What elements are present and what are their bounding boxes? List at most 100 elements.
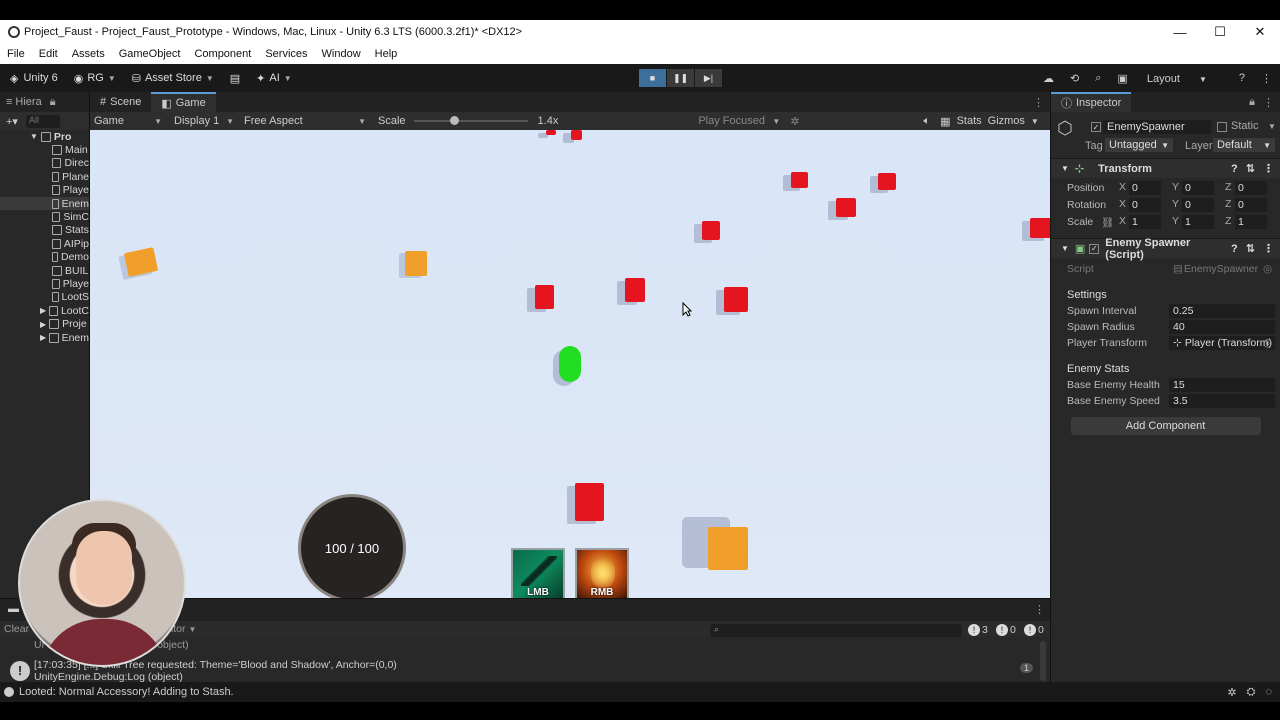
pause-button[interactable]: ❚❚: [667, 69, 694, 87]
progress-icon[interactable]: ✲: [1227, 686, 1236, 699]
help-icon[interactable]: ?: [1231, 163, 1238, 175]
scale-x-field[interactable]: 1: [1129, 215, 1161, 229]
layer-dropdown[interactable]: Default ▼: [1213, 138, 1275, 152]
link-icon[interactable]: ⛓: [1101, 216, 1114, 229]
list-item[interactable]: Direc: [0, 157, 89, 170]
account-dropdown[interactable]: ◉ RG ▼: [74, 72, 116, 85]
stats-grid-icon[interactable]: ▦: [940, 115, 950, 128]
more-icon[interactable]: ⋮: [1263, 242, 1274, 255]
object-picker-icon[interactable]: ◎: [1263, 337, 1272, 349]
scale-slider[interactable]: [413, 116, 528, 125]
more-icon[interactable]: ⋮: [1034, 603, 1045, 616]
list-item[interactable]: Stats: [0, 224, 89, 237]
stats-button[interactable]: Stats: [957, 115, 982, 127]
help-icon[interactable]: ?: [1239, 72, 1245, 84]
game-viewport[interactable]: 100 / 100 LMB RMB: [90, 130, 1050, 598]
menu-component[interactable]: Component: [187, 48, 258, 60]
spawn-interval-field[interactable]: 0.25: [1169, 304, 1275, 318]
console-search-input[interactable]: ⌕: [710, 624, 962, 637]
menu-help[interactable]: Help: [368, 48, 405, 60]
lock-icon[interactable]: 🔒︎: [50, 96, 56, 109]
menu-edit[interactable]: Edit: [32, 48, 65, 60]
cloud-icon[interactable]: ☁: [1043, 72, 1054, 85]
tag-dropdown[interactable]: Untagged ▼: [1105, 138, 1173, 152]
console-scrollbar[interactable]: [1040, 641, 1046, 681]
scale-y-field[interactable]: 1: [1182, 215, 1214, 229]
error-count-badge[interactable]: ! 0: [1024, 624, 1044, 636]
active-checkbox[interactable]: ✓: [1091, 122, 1101, 132]
chevron-down-icon[interactable]: ▼: [1031, 117, 1039, 126]
search-icon[interactable]: ⌕: [1095, 72, 1101, 85]
spawn-radius-field[interactable]: 40: [1169, 320, 1275, 334]
add-icon[interactable]: +▾: [6, 115, 18, 128]
maximize-button[interactable]: ☐: [1200, 20, 1240, 44]
asset-store-button[interactable]: ⛁ Asset Store ▼: [132, 72, 214, 85]
clear-button[interactable]: Clear: [4, 623, 29, 635]
list-item[interactable]: ▶ LootC: [0, 304, 89, 317]
menu-services[interactable]: Services: [258, 48, 314, 60]
play-button[interactable]: ■: [639, 69, 666, 87]
rotation-z-field[interactable]: 0: [1235, 198, 1267, 212]
ai-dropdown[interactable]: ✦ AI ▼: [256, 72, 292, 85]
list-item[interactable]: LootS: [0, 291, 89, 304]
list-item[interactable]: AIPip: [0, 237, 89, 250]
minimize-button[interactable]: —: [1160, 20, 1200, 44]
audio-mute-icon[interactable]: 🔈︎: [924, 115, 931, 128]
status-message[interactable]: Looted: Normal Accessory! Adding to Stas…: [19, 686, 234, 698]
more-icon[interactable]: ⋮: [1033, 96, 1044, 109]
list-item[interactable]: Main: [0, 143, 89, 156]
list-item[interactable]: Plane: [0, 170, 89, 183]
spinner-icon[interactable]: ◌: [1265, 686, 1272, 698]
unity-account-button[interactable]: ◈ Unity 6: [10, 72, 58, 85]
history-icon[interactable]: ⟲: [1070, 72, 1079, 85]
chevron-down-icon[interactable]: ▼: [1268, 122, 1276, 131]
lock-icon[interactable]: 🔒︎: [1249, 96, 1255, 109]
play-focused-dropdown[interactable]: Play Focused ▼: [694, 115, 784, 127]
warning-count-badge[interactable]: ! 0: [996, 624, 1016, 636]
scale-z-field[interactable]: 1: [1235, 215, 1267, 229]
close-button[interactable]: ✕: [1240, 20, 1280, 44]
player-transform-field[interactable]: ⊹ Player (Transform): [1169, 336, 1275, 350]
list-item[interactable]: ▶ Proje: [0, 317, 89, 330]
menu-window[interactable]: Window: [315, 48, 368, 60]
list-item[interactable]: Demo: [0, 251, 89, 264]
position-y-field[interactable]: 0: [1182, 181, 1214, 195]
static-checkbox[interactable]: [1217, 122, 1227, 132]
step-button[interactable]: ▶|: [695, 69, 722, 87]
display-dropdown[interactable]: Display 1 ▼: [170, 115, 238, 127]
menu-assets[interactable]: Assets: [65, 48, 112, 60]
hierarchy-scene-root[interactable]: ▼ Pro: [0, 130, 89, 143]
position-x-field[interactable]: 0: [1129, 181, 1161, 195]
package-button[interactable]: ▤: [230, 72, 240, 85]
bake-icon[interactable]: ⛭: [1247, 686, 1256, 699]
base-health-field[interactable]: 15: [1169, 378, 1275, 392]
gizmos-button[interactable]: Gizmos: [988, 115, 1025, 127]
scale-slider-handle[interactable]: [449, 116, 459, 125]
tab-scene[interactable]: # Scene: [90, 92, 151, 112]
list-item[interactable]: SimC: [0, 210, 89, 223]
help-icon[interactable]: ?: [1231, 243, 1238, 255]
menu-file[interactable]: File: [0, 48, 32, 60]
enemy-spawner-header[interactable]: ▼ ▣ ✓ Enemy Spawner (Script) ? ⇅ ⋮: [1051, 237, 1280, 261]
hierarchy-tab[interactable]: ≡ Hiera 🔒︎: [0, 92, 89, 112]
more-icon[interactable]: ⋮: [1263, 162, 1274, 175]
base-speed-field[interactable]: 3.5: [1169, 394, 1275, 408]
list-item[interactable]: Playe: [0, 184, 89, 197]
aspect-dropdown[interactable]: Free Aspect ▼: [240, 115, 370, 127]
skill-slot-rmb[interactable]: RMB: [575, 548, 629, 598]
folder-icon[interactable]: ▬: [8, 603, 19, 615]
more-icon[interactable]: ⋮: [1263, 96, 1274, 109]
list-item[interactable]: BUIL: [0, 264, 89, 277]
bug-icon[interactable]: ✲: [790, 115, 799, 128]
layout-dropdown[interactable]: ▣ Layout ▼: [1117, 72, 1222, 85]
transform-header[interactable]: ▼ ⊹ Transform ? ⇅ ⋮: [1051, 158, 1280, 178]
preset-icon[interactable]: ⇅: [1246, 162, 1255, 175]
log-count-badge[interactable]: ! 3: [968, 624, 988, 636]
tab-inspector[interactable]: ⓘ Inspector: [1051, 92, 1132, 112]
rotation-y-field[interactable]: 0: [1182, 198, 1214, 212]
game-mode-dropdown[interactable]: Game ▼: [90, 115, 166, 127]
tab-game[interactable]: ◧ Game: [151, 92, 216, 112]
list-item[interactable]: Playe: [0, 277, 89, 290]
rotation-x-field[interactable]: 0: [1129, 198, 1161, 212]
preset-icon[interactable]: ⇅: [1246, 242, 1255, 255]
